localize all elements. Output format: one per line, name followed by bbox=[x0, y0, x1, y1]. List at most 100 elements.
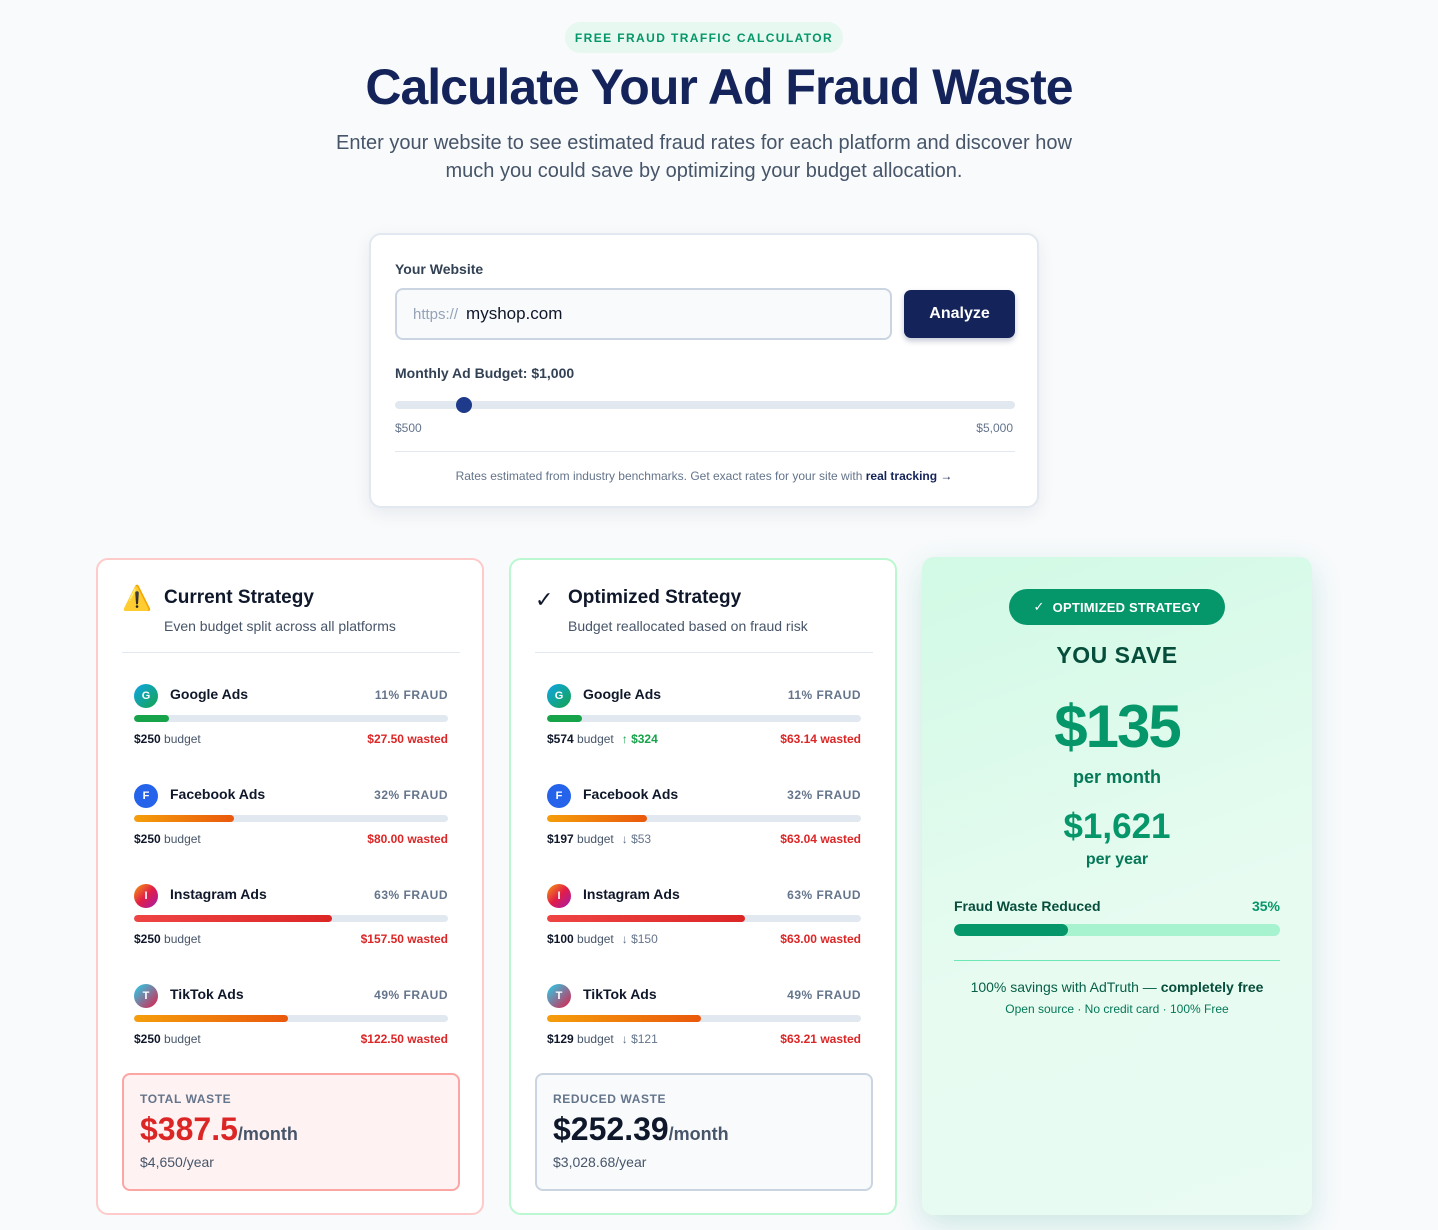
calculator-badge: FREE FRAUD TRAFFIC CALCULATOR bbox=[565, 22, 843, 53]
current-strategy-title: Current Strategy bbox=[164, 587, 314, 608]
platform-logo-icon: I bbox=[134, 884, 158, 908]
budget-amount: $100 bbox=[547, 932, 574, 946]
you-save-heading: YOU SAVE bbox=[1056, 642, 1178, 668]
wasted-amount: $122.50 wasted bbox=[360, 1032, 448, 1046]
fraud-bar bbox=[547, 915, 861, 922]
fraud-bar bbox=[547, 715, 861, 722]
budget-amount: $129 bbox=[547, 1032, 574, 1046]
budget-suffix: budget bbox=[164, 1032, 201, 1046]
platform-row: I Instagram Ads 63% FRAUD $250 budget $157.5… bbox=[134, 882, 448, 962]
wasted-amount: $63.14 wasted bbox=[780, 732, 861, 746]
reduced-waste-label: REDUCED WASTE bbox=[553, 1092, 667, 1106]
savings-card: ✓ OPTIMIZED STRATEGY YOU SAVE $135 per m… bbox=[922, 557, 1312, 1215]
budget-amount: $250 bbox=[134, 732, 161, 746]
card-divider bbox=[395, 451, 1015, 452]
platform-name: Instagram Ads bbox=[170, 886, 267, 902]
fraud-bar bbox=[547, 815, 861, 822]
budget-suffix: budget bbox=[577, 932, 614, 946]
website-input-card: Your Website https:// Analyze Monthly Ad… bbox=[369, 233, 1039, 508]
platform-row: T TikTok Ads 49% FRAUD $129 budget ↓ $121 $63… bbox=[547, 982, 861, 1062]
platform-row: T TikTok Ads 49% FRAUD $250 budget $122.50 w… bbox=[134, 982, 448, 1062]
reduced-waste-amount: $252.39/month bbox=[553, 1111, 729, 1148]
budget-change: ↓ $53 bbox=[621, 832, 652, 846]
budget-amount: $574 bbox=[547, 732, 574, 746]
platform-row: I Instagram Ads 63% FRAUD $100 budget ↓ $150… bbox=[547, 882, 861, 962]
divider bbox=[535, 652, 873, 653]
budget-suffix: budget bbox=[577, 732, 614, 746]
budget-amount: $250 bbox=[134, 832, 161, 846]
total-waste-unit: /month bbox=[237, 1124, 298, 1144]
savings-note-bold: completely free bbox=[1160, 979, 1264, 995]
warning-icon: ⚠️ bbox=[122, 585, 152, 612]
per-month-label: per month bbox=[1073, 767, 1161, 787]
budget-slider-thumb[interactable] bbox=[455, 397, 472, 413]
optimized-strategy-title: Optimized Strategy bbox=[568, 587, 742, 608]
platform-name: Facebook Ads bbox=[583, 786, 679, 802]
fraud-rate: 49% FRAUD bbox=[374, 988, 448, 1002]
analyze-button[interactable]: Analyze bbox=[904, 290, 1015, 338]
platform-budget: $250 budget bbox=[134, 832, 201, 846]
budget-suffix: budget bbox=[164, 932, 201, 946]
footnote-text: Rates estimated from industry benchmarks… bbox=[455, 469, 866, 483]
budget-amount: $250 bbox=[134, 932, 161, 946]
savings-note: 100% savings with AdTruth — completely f… bbox=[922, 979, 1312, 995]
real-tracking-link[interactable]: real tracking → bbox=[866, 469, 953, 483]
platform-budget: $250 budget bbox=[134, 932, 201, 946]
total-waste-amount: $387.5/month bbox=[140, 1111, 298, 1148]
reduced-waste-yearly: $3,028.68/year bbox=[553, 1154, 647, 1170]
platform-logo-icon: T bbox=[134, 984, 158, 1008]
platform-logo-icon: T bbox=[547, 984, 571, 1008]
checkmark-icon: ✓ bbox=[535, 587, 554, 612]
monthly-savings: $135 bbox=[1054, 693, 1181, 760]
budget-amount: $197 bbox=[547, 832, 574, 846]
reduced-waste-unit: /month bbox=[668, 1124, 729, 1144]
platform-logo-icon: G bbox=[547, 684, 571, 708]
platform-row: F Facebook Ads 32% FRAUD $197 budget ↓ $53 $6… bbox=[547, 782, 861, 862]
wasted-amount: $157.50 wasted bbox=[360, 932, 448, 946]
fraud-bar bbox=[134, 1015, 448, 1022]
current-strategy-card: ⚠️ Current Strategy Even budget split ac… bbox=[96, 558, 484, 1215]
fraud-rate: 32% FRAUD bbox=[374, 788, 448, 802]
platform-budget: $574 budget ↑ $324 bbox=[547, 732, 658, 746]
fraud-bar bbox=[134, 915, 448, 922]
platform-budget: $100 budget ↓ $150 bbox=[547, 932, 658, 946]
total-waste-value: $387.5 bbox=[140, 1111, 238, 1147]
budget-suffix: budget bbox=[164, 732, 201, 746]
budget-amount: $250 bbox=[134, 1032, 161, 1046]
platform-row: G Google Ads 11% FRAUD $574 budget ↑ $324 $63… bbox=[547, 682, 861, 762]
fraud-rate: 63% FRAUD bbox=[787, 888, 861, 902]
budget-change: ↓ $121 bbox=[621, 1032, 658, 1046]
fraud-rate: 32% FRAUD bbox=[787, 788, 861, 802]
fraud-rate: 11% FRAUD bbox=[787, 688, 861, 702]
wasted-amount: $63.00 wasted bbox=[780, 932, 861, 946]
fraud-bar-fill bbox=[547, 715, 582, 722]
platform-logo-icon: G bbox=[134, 684, 158, 708]
fraud-bar bbox=[134, 815, 448, 822]
optimized-strategy-card: ✓ Optimized Strategy Budget reallocated … bbox=[509, 558, 897, 1215]
platform-name: Google Ads bbox=[583, 686, 662, 702]
budget-change: ↓ $150 bbox=[621, 932, 658, 946]
fraud-waste-reduced-label: Fraud Waste Reduced bbox=[954, 898, 1101, 914]
budget-suffix: budget bbox=[577, 832, 614, 846]
reduced-waste-box: REDUCED WASTE $252.39/month $3,028.68/ye… bbox=[535, 1073, 873, 1191]
savings-fine-print: Open source · No credit card · 100% Free bbox=[1005, 1002, 1229, 1016]
optimized-strategy-subtitle: Budget reallocated based on fraud risk bbox=[568, 618, 808, 634]
wasted-amount: $63.04 wasted bbox=[780, 832, 861, 846]
platform-logo-icon: F bbox=[547, 784, 571, 808]
platform-name: Facebook Ads bbox=[170, 786, 266, 802]
platform-name: Google Ads bbox=[170, 686, 249, 702]
fraud-bar-fill bbox=[134, 815, 235, 822]
fraud-rate: 63% FRAUD bbox=[374, 888, 448, 902]
divider bbox=[122, 652, 460, 653]
url-field[interactable]: https:// bbox=[395, 288, 892, 340]
fraud-bar-fill bbox=[547, 915, 745, 922]
budget-slider[interactable] bbox=[395, 397, 1015, 413]
fraud-waste-reduced-percent: 35% bbox=[1251, 898, 1280, 914]
platform-budget: $250 budget bbox=[134, 1032, 201, 1046]
fraud-bar-fill bbox=[134, 715, 169, 722]
website-input[interactable] bbox=[466, 294, 890, 334]
platform-budget: $197 budget ↓ $53 bbox=[547, 832, 651, 846]
savings-note-text: 100% savings with AdTruth — bbox=[970, 979, 1161, 995]
budget-label: Monthly Ad Budget: $1,000 bbox=[395, 365, 575, 381]
fraud-rate: 49% FRAUD bbox=[787, 988, 861, 1002]
